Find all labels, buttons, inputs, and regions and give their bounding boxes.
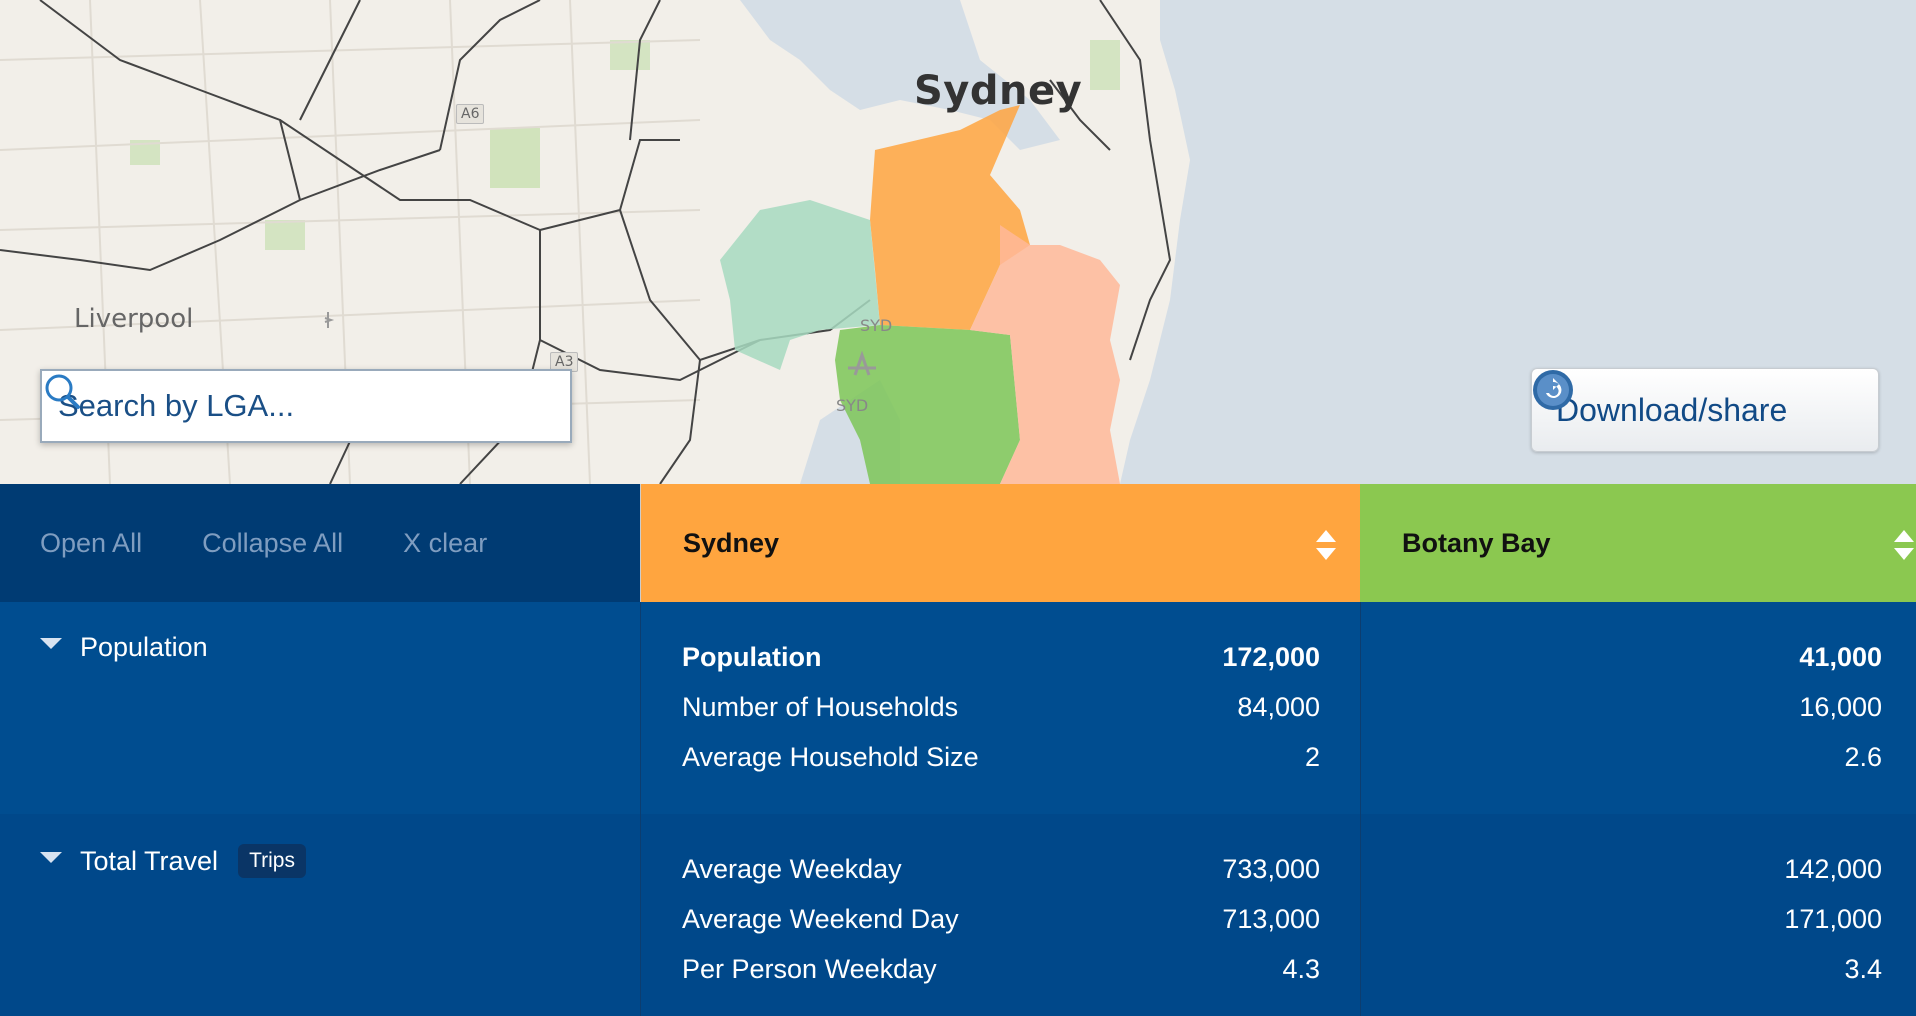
section-title: Population — [80, 632, 208, 662]
row-label: Per Person Weekday — [682, 953, 937, 984]
column-divider — [640, 602, 641, 814]
share-icon — [1533, 370, 1573, 410]
row-value: 713,000 — [1222, 903, 1320, 934]
section-toggle-total-travel[interactable]: Total Travel Trips — [40, 844, 306, 878]
sort-icon[interactable] — [1892, 528, 1916, 562]
airport-code-label: SYD — [860, 316, 893, 335]
expand-triangle-icon — [40, 851, 62, 863]
table-row: 142,000 — [1360, 844, 1882, 894]
map-city-label: Sydney — [914, 68, 1083, 114]
row-value: 172,000 — [1222, 641, 1320, 672]
section-total-travel: Total Travel Trips Average Weekday 733,0… — [0, 814, 1916, 1016]
row-value: 2.6 — [1844, 741, 1882, 772]
collapse-all-button[interactable]: Collapse All — [202, 528, 343, 559]
row-value: 4.3 — [1282, 953, 1320, 984]
table-row: 16,000 — [1360, 682, 1882, 732]
table-row: Number of Households 84,000 — [682, 682, 1320, 732]
comparison-table: Open All Collapse All X clear Sydney Bot… — [0, 484, 1916, 1016]
section-population: Population Population 172,000 Number of … — [0, 602, 1916, 814]
road-shield-a6: A6 — [456, 104, 485, 124]
column-header-sydney[interactable]: Sydney — [640, 484, 1360, 602]
row-value: 3.4 — [1844, 953, 1882, 984]
unit-badge: Trips — [238, 844, 306, 878]
table-row: Average Weekend Day 713,000 — [682, 894, 1320, 944]
row-value: 733,000 — [1222, 853, 1320, 884]
botany-bay-values: 41,000 16,000 2.6 — [1360, 632, 1882, 782]
section-title: Total Travel — [80, 845, 219, 876]
airport-code-label: SYD — [836, 396, 869, 415]
search-icon[interactable] — [42, 371, 82, 411]
row-value: 2 — [1304, 741, 1320, 772]
botany-bay-values: 142,000 171,000 3.4 — [1360, 844, 1882, 994]
column-header-botany-bay[interactable]: Botany Bay — [1360, 484, 1916, 602]
download-share-button[interactable]: Download/share — [1531, 368, 1879, 452]
row-label: Average Household Size — [682, 741, 979, 772]
sydney-values: Population 172,000 Number of Households … — [682, 632, 1320, 782]
column-divider — [640, 814, 641, 1016]
table-row: Per Person Weekday 4.3 — [682, 944, 1320, 994]
app-page: Sydney Liverpool A6 A3 SYD SYD Download/… — [0, 0, 1916, 1016]
map-view[interactable]: Sydney Liverpool A6 A3 SYD SYD Download/… — [0, 0, 1916, 484]
open-all-button[interactable]: Open All — [40, 528, 142, 559]
row-value: 142,000 — [1784, 853, 1882, 884]
table-row: 171,000 — [1360, 894, 1882, 944]
clear-button[interactable]: X clear — [403, 528, 487, 559]
sydney-values: Average Weekday 733,000 Average Weekend … — [682, 844, 1320, 994]
download-share-label: Download/share — [1556, 391, 1788, 428]
column-header-label: Botany Bay — [1402, 527, 1551, 558]
row-value: 171,000 — [1784, 903, 1882, 934]
search-input[interactable] — [58, 388, 554, 424]
section-toggle-population[interactable]: Population — [40, 632, 208, 663]
row-value: 41,000 — [1799, 641, 1882, 672]
table-row: 41,000 — [1360, 632, 1882, 682]
row-label: Population — [682, 641, 822, 672]
table-row: 2.6 — [1360, 732, 1882, 782]
row-label: Average Weekday — [682, 853, 902, 884]
table-row: 3.4 — [1360, 944, 1882, 994]
lga-search-box[interactable] — [40, 369, 572, 443]
row-label: Average Weekend Day — [682, 903, 959, 934]
map-suburb-label: Liverpool — [74, 304, 194, 334]
sort-icon[interactable] — [1314, 528, 1338, 562]
row-value: 84,000 — [1237, 691, 1320, 722]
column-header-label: Sydney — [683, 527, 780, 558]
table-toolbar: Open All Collapse All X clear — [0, 484, 640, 602]
table-row: Average Weekday 733,000 — [682, 844, 1320, 894]
row-value: 16,000 — [1799, 691, 1882, 722]
table-row: Population 172,000 — [682, 632, 1320, 682]
table-row: Average Household Size 2 — [682, 732, 1320, 782]
row-label: Number of Households — [682, 691, 959, 722]
expand-triangle-icon — [40, 638, 62, 649]
